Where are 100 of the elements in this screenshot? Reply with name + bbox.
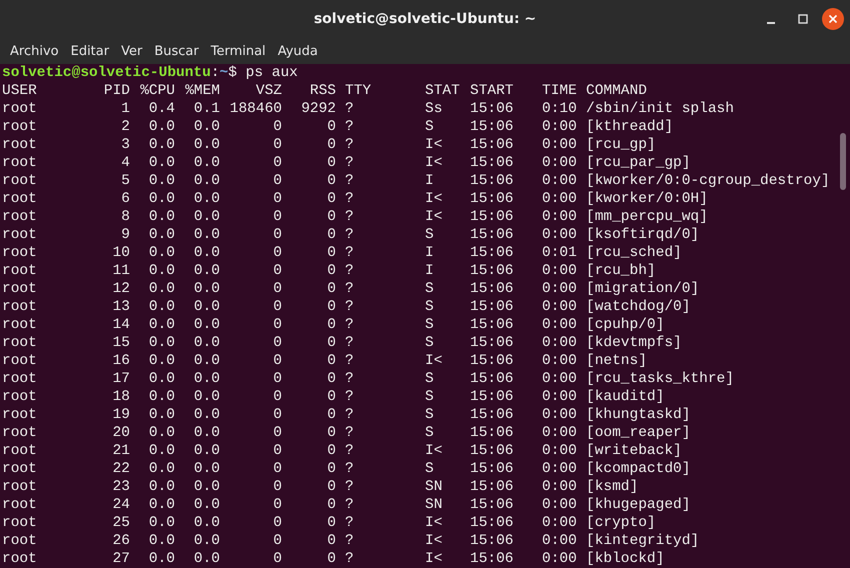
table-cell-text: ?: [344, 208, 355, 226]
table-cell-text: 26: [112, 532, 130, 550]
table-cell-text: SN: [425, 478, 444, 496]
table-cell-text: [ksoftirqd/0]: [585, 226, 700, 244]
table-cell-text: 188460: [228, 100, 282, 118]
table-cell-text: 0: [272, 172, 282, 190]
table-cell-text: 15:06: [470, 244, 515, 262]
table-cell-text: root: [2, 388, 38, 406]
table-cell: 0:00: [542, 352, 576, 370]
table-cell-text: [kcompactd0]: [585, 460, 692, 478]
menu-item[interactable]: Ver: [115, 44, 148, 58]
table-cell-text: I<: [425, 514, 444, 532]
table-cell-text: 15:06: [470, 118, 515, 136]
scrollbar-thumb[interactable]: [840, 133, 846, 190]
table-cell-text: 0: [272, 244, 282, 262]
table-cell-text: 0.0: [192, 424, 220, 442]
table-cell-text: 0: [272, 208, 282, 226]
table-cell-text: 15:06: [470, 478, 515, 496]
table-cell-text: 0: [326, 280, 336, 298]
table-cell-text: 0.0: [148, 172, 175, 190]
table-cell-text: 1: [120, 100, 130, 118]
menu-item[interactable]: Editar: [64, 44, 116, 58]
table-cell-text: [watchdog/0]: [585, 298, 692, 316]
table-cell-text: 0: [272, 334, 282, 352]
table-cell-text: 0: [272, 298, 282, 316]
table-cell-text: [kauditd]: [585, 388, 666, 406]
table-cell-text: 0.0: [148, 370, 175, 388]
table-cell-text: I: [425, 262, 435, 280]
table-cell-text: 9: [120, 226, 130, 244]
table-cell-text: 3: [120, 136, 130, 154]
table-cell-text: 0.0: [192, 280, 220, 298]
menu-item[interactable]: Buscar: [148, 44, 205, 58]
menu-item[interactable]: Terminal: [204, 44, 272, 58]
table-cell-text: 15:06: [470, 406, 515, 424]
table-cell-text: root: [2, 136, 38, 154]
table-cell-text: root: [2, 550, 38, 568]
table-cell-text: ?: [344, 172, 355, 190]
table-cell-text: [crypto]: [585, 514, 657, 532]
table-cell: 0:00: [542, 442, 576, 460]
table-cell: 0:00: [542, 190, 576, 208]
table-cell-text: I<: [425, 352, 444, 370]
table-cell-text: 21: [112, 442, 130, 460]
table-cell: 0:00: [542, 388, 576, 406]
table-cell-text: root: [2, 118, 38, 136]
table-cell-text: 0.0: [148, 262, 175, 280]
table-cell-text: ?: [344, 118, 355, 136]
table-cell-text: 0.0: [192, 478, 220, 496]
table-cell: 0:00: [542, 298, 576, 316]
table-cell-text: ?: [344, 262, 355, 280]
table-cell: 0:00: [542, 154, 576, 172]
close-button[interactable]: [822, 8, 844, 30]
table-cell-text: 0.0: [192, 370, 220, 388]
table-cell: 0:00: [542, 334, 576, 352]
table-cell-text: [kdevtmpfs]: [585, 334, 683, 352]
table-cell-text: 0: [326, 334, 336, 352]
table-cell-text: ?: [344, 244, 355, 262]
table-cell-text: 15:06: [470, 496, 515, 514]
table-cell-text: 0.1: [192, 100, 220, 118]
table-cell-text: 0: [326, 460, 336, 478]
table-cell-text: root: [2, 316, 38, 334]
table-cell-text: 0.0: [192, 550, 220, 568]
table-cell-text: 0.0: [192, 118, 220, 136]
table-cell-text: 0: [326, 262, 336, 280]
table-cell-text: 15:06: [470, 298, 515, 316]
table-cell-text: 0.0: [148, 460, 175, 478]
table-cell: 0:00: [542, 280, 576, 298]
table-cell-text: [kworker/0:0-cgroup_destroy]: [585, 172, 830, 190]
table-cell-text: /sbin/init splash: [585, 100, 735, 118]
table-cell-text: ?: [344, 478, 355, 496]
table-cell-text: root: [2, 262, 38, 280]
table-cell-text: 0: [272, 190, 282, 208]
table-cell-text: root: [2, 226, 38, 244]
table-cell-text: 2: [120, 118, 130, 136]
table-cell-text: 0.0: [192, 316, 220, 334]
table-cell-text: 0: [272, 442, 282, 460]
column-header: PID: [102, 82, 130, 100]
table-cell-text: 0: [326, 550, 336, 568]
table-cell-text: 0: [272, 370, 282, 388]
table-cell-text: 0: [272, 460, 282, 478]
table-cell-text: 15:06: [470, 424, 515, 442]
table-cell-text: 15:06: [470, 262, 515, 280]
table-cell-text: 15:06: [470, 442, 515, 460]
menu-item[interactable]: Ayuda: [272, 44, 324, 58]
table-cell-text: 14: [112, 316, 130, 334]
table-cell-text: 0: [326, 370, 336, 388]
table-cell-text: 15:06: [470, 190, 515, 208]
column-header: %CPU: [139, 82, 175, 100]
table-cell-text: 0: [326, 208, 336, 226]
table-cell-text: 0: [326, 118, 336, 136]
table-cell-text: 0.0: [148, 190, 175, 208]
menu-item[interactable]: Archivo: [4, 44, 65, 58]
table-cell-text: Ss: [425, 100, 444, 118]
table-cell-text: 0: [326, 514, 336, 532]
table-cell-text: root: [2, 442, 38, 460]
table-cell-text: root: [2, 478, 38, 496]
table-cell-text: [migration/0]: [585, 280, 700, 298]
table-cell-text: 0.0: [148, 334, 175, 352]
table-cell-text: 10: [112, 244, 130, 262]
table-cell-text: 13: [112, 298, 130, 316]
table-cell: 0:00: [542, 172, 576, 190]
